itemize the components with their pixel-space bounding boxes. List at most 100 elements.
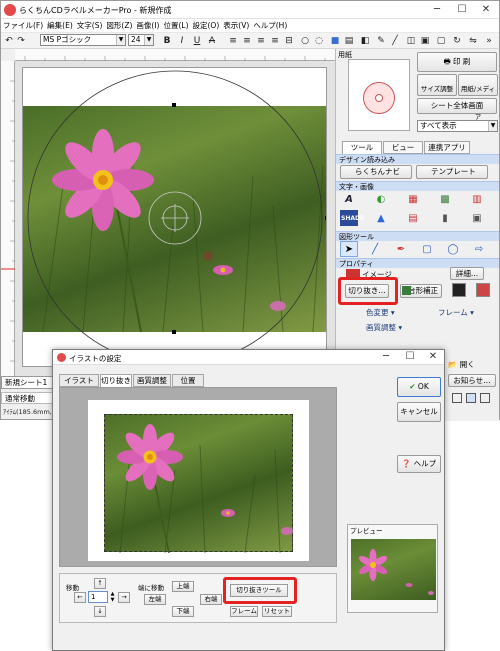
template-button[interactable]: テンプレート (416, 165, 488, 179)
effect-icon[interactable] (452, 283, 466, 297)
print-button[interactable]: 🖶 印 刷 (417, 52, 497, 72)
paper-thumbnail[interactable] (348, 59, 410, 131)
section-shape-tool[interactable]: 図形ツール (336, 231, 499, 241)
underline-button[interactable]: U (191, 35, 203, 47)
menu-settings[interactable]: 設定(O) (191, 19, 222, 33)
calendar-icon[interactable]: ▤ (404, 210, 422, 226)
bottom-edge-button[interactable]: 下端 (172, 606, 194, 617)
layout-view-icon[interactable] (452, 393, 462, 403)
front-icon[interactable]: ▣ (419, 35, 431, 47)
rectangle-tool-icon[interactable]: ▢ (418, 241, 436, 257)
bold-button[interactable]: B (161, 35, 173, 47)
line-icon[interactable]: ╱ (389, 35, 401, 47)
image-adjust-menu[interactable]: 画質調整 ▾ (366, 322, 402, 333)
sheet-overview-button[interactable]: シート全体画面 (417, 98, 497, 114)
move-amount-input[interactable]: 1 (88, 591, 108, 603)
maximize-button[interactable]: ☐ (451, 3, 473, 17)
notice-button[interactable]: お知らせ… (448, 374, 496, 387)
menu-view[interactable]: 表示(V) (221, 19, 251, 33)
color-change-menu[interactable]: 色変更 ▾ (366, 307, 395, 318)
dialog-tab-illustration[interactable]: イラスト (59, 374, 99, 387)
left-edge-button[interactable]: 左端 (144, 594, 166, 605)
menu-text[interactable]: 文字(S) (75, 19, 105, 33)
move-amount-spinner[interactable]: ▲ ▼ (109, 591, 116, 603)
layout-split-icon[interactable] (466, 393, 476, 403)
tab-linked-apps[interactable]: 連携アプリ (424, 141, 470, 154)
menu-help[interactable]: ヘルプ(H) (251, 19, 289, 33)
distribute-icon[interactable]: ⊟ (283, 35, 295, 47)
top-edge-button[interactable]: 上端 (172, 581, 194, 592)
align-center-icon[interactable]: ≡ (241, 35, 253, 47)
right-edge-button[interactable]: 右端 (200, 594, 222, 605)
frame-menu[interactable]: フレーム ▾ (438, 307, 474, 318)
dialog-close-button[interactable]: ✕ (422, 350, 444, 364)
dialog-maximize-button[interactable]: ☐ (399, 350, 421, 364)
menu-position[interactable]: 位置(L) (161, 19, 190, 33)
arrow-shape-icon[interactable]: ⇨ (470, 241, 488, 257)
crop-selection[interactable] (104, 414, 293, 553)
reset-button[interactable]: リセット (262, 606, 292, 617)
color-effect-icon[interactable] (476, 283, 490, 297)
align-right-icon[interactable]: ≡ (255, 35, 267, 47)
menu-file[interactable]: ファイル(F) (1, 19, 45, 33)
font-size-select[interactable]: 24 ▼ (128, 34, 154, 46)
map-icon[interactable]: ▥ (468, 191, 486, 207)
dialog-tab-position[interactable]: 位置 (172, 374, 204, 387)
flip-icon[interactable]: ⇋ (467, 35, 479, 47)
shadow-icon[interactable]: ◧ (359, 35, 371, 47)
menu-edit[interactable]: 編集(E) (45, 19, 75, 33)
ok-button[interactable]: ✔ OK (397, 377, 441, 397)
design-canvas[interactable] (15, 61, 335, 376)
detail-button[interactable]: 詳細... (450, 267, 484, 280)
align-justify-icon[interactable]: ≡ (269, 35, 281, 47)
open-link[interactable]: 📂 開く (448, 359, 475, 370)
section-text-image[interactable]: 文字・画像 (336, 181, 499, 191)
tab-tools[interactable]: ツール (342, 141, 382, 154)
select-arrow-icon[interactable]: ➤ (340, 241, 358, 257)
minimize-button[interactable]: ─ (426, 3, 448, 17)
line-tool-icon[interactable]: ╱ (366, 241, 384, 257)
graph-icon[interactable]: ▲ (372, 210, 390, 226)
paper-media-button[interactable]: 用紙/メディア (458, 74, 498, 121)
shadow-text-icon[interactable]: SHADE (340, 210, 364, 226)
dialog-tab-crop[interactable]: 切り抜き (100, 374, 132, 387)
toolbar-more-icon[interactable]: » (483, 35, 495, 47)
pen-tool-icon[interactable]: ✒ (392, 241, 410, 257)
move-down-button[interactable]: ↓ (94, 606, 106, 617)
tab-view[interactable]: ビュー (383, 141, 423, 154)
menu-image[interactable]: 画像(I) (134, 19, 161, 33)
rotate-icon[interactable]: ↻ (451, 35, 463, 47)
italic-button[interactable]: I (176, 35, 188, 47)
layout-full-icon[interactable] (480, 393, 490, 403)
sheet-tab[interactable]: 新規シート1 (1, 376, 53, 389)
undo-icon[interactable]: ↶ (3, 35, 15, 47)
text-tool-icon[interactable]: A (340, 191, 358, 207)
back-icon[interactable]: ▢ (435, 35, 447, 47)
photo-icon[interactable]: ▩ (436, 191, 454, 207)
cancel-button[interactable]: キャンセル (397, 402, 441, 422)
strikethrough-button[interactable]: A (206, 35, 218, 47)
dialog-tab-image-adjust[interactable]: 画質調整 (133, 374, 171, 387)
move-left-button[interactable]: ← (74, 592, 86, 603)
redo-icon[interactable]: ↷ (15, 35, 27, 47)
clipart-icon[interactable]: ◐ (372, 191, 390, 207)
line-color-icon[interactable]: ▤ (343, 35, 355, 47)
image-arrange-icon[interactable]: ▦ (404, 191, 422, 207)
frame-button[interactable]: フレーム (230, 606, 258, 617)
fill-color-icon[interactable]: ■ (329, 35, 341, 47)
align-left-icon[interactable]: ≡ (227, 35, 239, 47)
barcode-icon[interactable]: ▮ (436, 210, 454, 226)
group-icon[interactable]: ◫ (405, 35, 417, 47)
font-name-select[interactable]: MS Pゴシック ▼ (40, 34, 126, 46)
ellipse-tool-icon[interactable]: ◯ (444, 241, 462, 257)
view-filter-select[interactable]: すべて表示 ▼ (417, 120, 498, 132)
move-up-button[interactable]: ↑ (94, 578, 106, 589)
size-adjust-button[interactable]: サイズ調整 (417, 74, 457, 96)
rakuchin-navi-button[interactable]: らくちんナビ (340, 165, 412, 179)
circle-text-icon[interactable]: ○ (299, 35, 311, 47)
dialog-minimize-button[interactable]: ─ (375, 350, 397, 364)
menu-shape[interactable]: 図形(Z) (104, 19, 134, 33)
screen-capture-icon[interactable]: ▣ (468, 210, 486, 226)
section-design[interactable]: デザイン読み込み (336, 154, 499, 164)
arc-text-icon[interactable]: ◌ (313, 35, 325, 47)
